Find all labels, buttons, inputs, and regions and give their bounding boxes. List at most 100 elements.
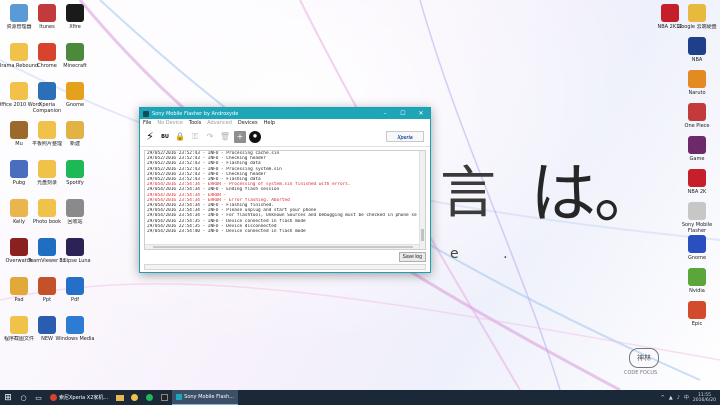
flasher-window[interactable]: Sony Mobile Flasher by Androxyde – ☐ ✕ F… [139, 107, 431, 273]
app-shortcut-icon [66, 160, 84, 178]
app-shortcut-icon [688, 235, 706, 253]
right-desktop-icon[interactable]: Google 云端硬盘 [674, 4, 720, 30]
wallpaper-kana-left: 言 [440, 161, 496, 226]
tray-chevron-icon[interactable]: ^ [661, 395, 665, 401]
taskbar-chrome[interactable]: 索尼Xperia X2家机... [46, 390, 112, 405]
add-icon[interactable]: + [234, 130, 246, 143]
app-icon-dark[interactable] [157, 390, 172, 405]
right-desktop-icon[interactable]: Gnome [674, 235, 720, 261]
wallpaper-stamp: 神林 [629, 348, 659, 368]
left-desktop-icon[interactable]: 新建 [52, 121, 98, 147]
app-shortcut-icon [66, 199, 84, 217]
clock[interactable]: 11:55 2016/6/20 [693, 393, 716, 403]
desktop-icon-label: Game [689, 156, 705, 162]
desktop-icon-label: One Piece [684, 123, 710, 129]
app-shortcut-icon [66, 238, 84, 256]
redo-icon[interactable]: ↷ [204, 131, 216, 143]
desktop-icon-label: Sony Mobile Flasher [681, 222, 713, 234]
tray-volume-icon[interactable]: ♪ [677, 395, 680, 401]
tray-network-icon[interactable]: ▲ [669, 395, 673, 401]
right-desktop-icon[interactable]: Nvidia [674, 268, 720, 294]
minimize-button[interactable]: – [376, 110, 394, 117]
right-desktop-icon[interactable]: One Piece [674, 103, 720, 129]
app-shortcut-icon [688, 37, 706, 55]
start-button[interactable]: ⊞ [0, 390, 16, 405]
media-icon[interactable] [127, 390, 142, 405]
right-desktop-icon[interactable]: NBA [674, 37, 720, 63]
backup-icon[interactable]: BU [159, 131, 171, 143]
right-desktop-icon[interactable]: Epic [674, 301, 720, 327]
app-shortcut-icon [66, 121, 84, 139]
desktop-icon-label: Windows Media [55, 336, 95, 342]
taskbar-flasher[interactable]: Sony Mobile Flash... [172, 390, 238, 405]
desktop-icon-label: NBA [691, 57, 703, 63]
bomb-icon[interactable]: ✹ [249, 130, 261, 143]
left-desktop-icon[interactable]: Gnome [52, 82, 98, 108]
app-shortcut-icon [66, 277, 84, 295]
app-shortcut-icon [66, 43, 84, 61]
desktop-icon-label: Naruto [688, 90, 706, 96]
tray-ime-icon[interactable]: 中 [684, 394, 689, 401]
system-tray: ^ ▲ ♪ 中 11:55 2016/6/20 [661, 393, 720, 403]
taskbar-chrome-label: 索尼Xperia X2家机... [59, 395, 109, 401]
horizontal-scrollbar[interactable] [145, 244, 419, 249]
progress-bar [144, 264, 426, 270]
flasher-task-icon [176, 394, 183, 400]
key-icon[interactable]: ⚿ [189, 131, 201, 143]
desktop-icon-label: NBA 2K [687, 189, 707, 195]
app-shortcut-icon [66, 82, 84, 100]
window-titlebar[interactable]: Sony Mobile Flasher by Androxyde – ☐ ✕ [140, 108, 430, 119]
folder-icon[interactable] [112, 390, 127, 405]
right-desktop-icon[interactable]: Game [674, 136, 720, 162]
app-shortcut-icon [688, 70, 706, 88]
right-desktop-icon[interactable]: Naruto [674, 70, 720, 96]
sony-logo[interactable]: Xperia [386, 131, 424, 142]
svg-text:Xperia: Xperia [396, 135, 413, 141]
search-icon[interactable]: ○ [16, 390, 31, 405]
menu-help[interactable]: Help [264, 120, 275, 126]
menu-tools[interactable]: Tools [189, 120, 201, 126]
app-icon [143, 110, 149, 117]
log-panel[interactable]: 29/052/2016 23:52:43 - INFO - Processing… [144, 150, 426, 250]
vertical-scroll-thumb[interactable] [421, 229, 424, 241]
save-log-button[interactable]: Save log [398, 252, 426, 262]
horizontal-scroll-thumb[interactable] [153, 246, 413, 248]
desktop-icon-label: Eclipse Luna [59, 258, 91, 264]
app-shortcut-icon [688, 202, 706, 220]
menu-devices[interactable]: Devices [238, 120, 258, 126]
lock-icon[interactable]: 🔒 [174, 131, 186, 143]
desktop-icon-label: Pdf [71, 297, 79, 303]
trash-icon[interactable]: 🗑 [219, 131, 231, 143]
left-desktop-icon[interactable]: 回收站 [52, 199, 98, 225]
left-desktop-icon[interactable]: Spotify [52, 160, 98, 186]
desktop-icon-label: Minecraft [63, 63, 87, 69]
taskbar: ⊞ ○ ▭ 索尼Xperia X2家机... Sony Mobile Flash… [0, 390, 720, 405]
left-desktop-icon[interactable]: Windows Media [52, 316, 98, 342]
app-shortcut-icon [688, 136, 706, 154]
sony-logo-icon: Xperia [388, 132, 422, 141]
left-desktop-icon[interactable]: Xfire [52, 4, 98, 30]
task-view-icon[interactable]: ▭ [31, 390, 46, 405]
app-shortcut-icon [66, 4, 84, 22]
menu-advanced[interactable]: Advanced [207, 120, 232, 126]
menu-file[interactable]: File [143, 120, 151, 126]
left-desktop-icon[interactable]: Eclipse Luna [52, 238, 98, 264]
flash-icon[interactable]: ⚡ [144, 130, 156, 143]
log-line: 29/054/2016 23:54:40 - INFO - Device con… [147, 229, 306, 235]
window-title: Sony Mobile Flasher by Androxyde [152, 110, 239, 117]
right-desktop-icon[interactable]: NBA 2K [674, 169, 720, 195]
menu-no-device[interactable]: No Device [157, 120, 183, 126]
left-desktop-icon[interactable]: Pdf [52, 277, 98, 303]
vertical-scrollbar[interactable] [419, 151, 425, 249]
spotify-icon[interactable] [142, 390, 157, 405]
app-shortcut-icon [688, 4, 706, 22]
menu-bar: File No Device Tools Advanced Devices He… [140, 119, 430, 127]
log-lines: 29/052/2016 23:52:43 - INFO - Processing… [147, 151, 417, 234]
close-button[interactable]: ✕ [412, 110, 430, 117]
maximize-button[interactable]: ☐ [394, 110, 412, 117]
right-desktop-icon[interactable]: Sony Mobile Flasher [674, 202, 720, 234]
desktop-icon-label: 回收站 [67, 219, 83, 225]
desktop-icon-label: Gnome [65, 102, 85, 108]
desktop-icon-label: Google 云端硬盘 [677, 24, 717, 30]
left-desktop-icon[interactable]: Minecraft [52, 43, 98, 69]
